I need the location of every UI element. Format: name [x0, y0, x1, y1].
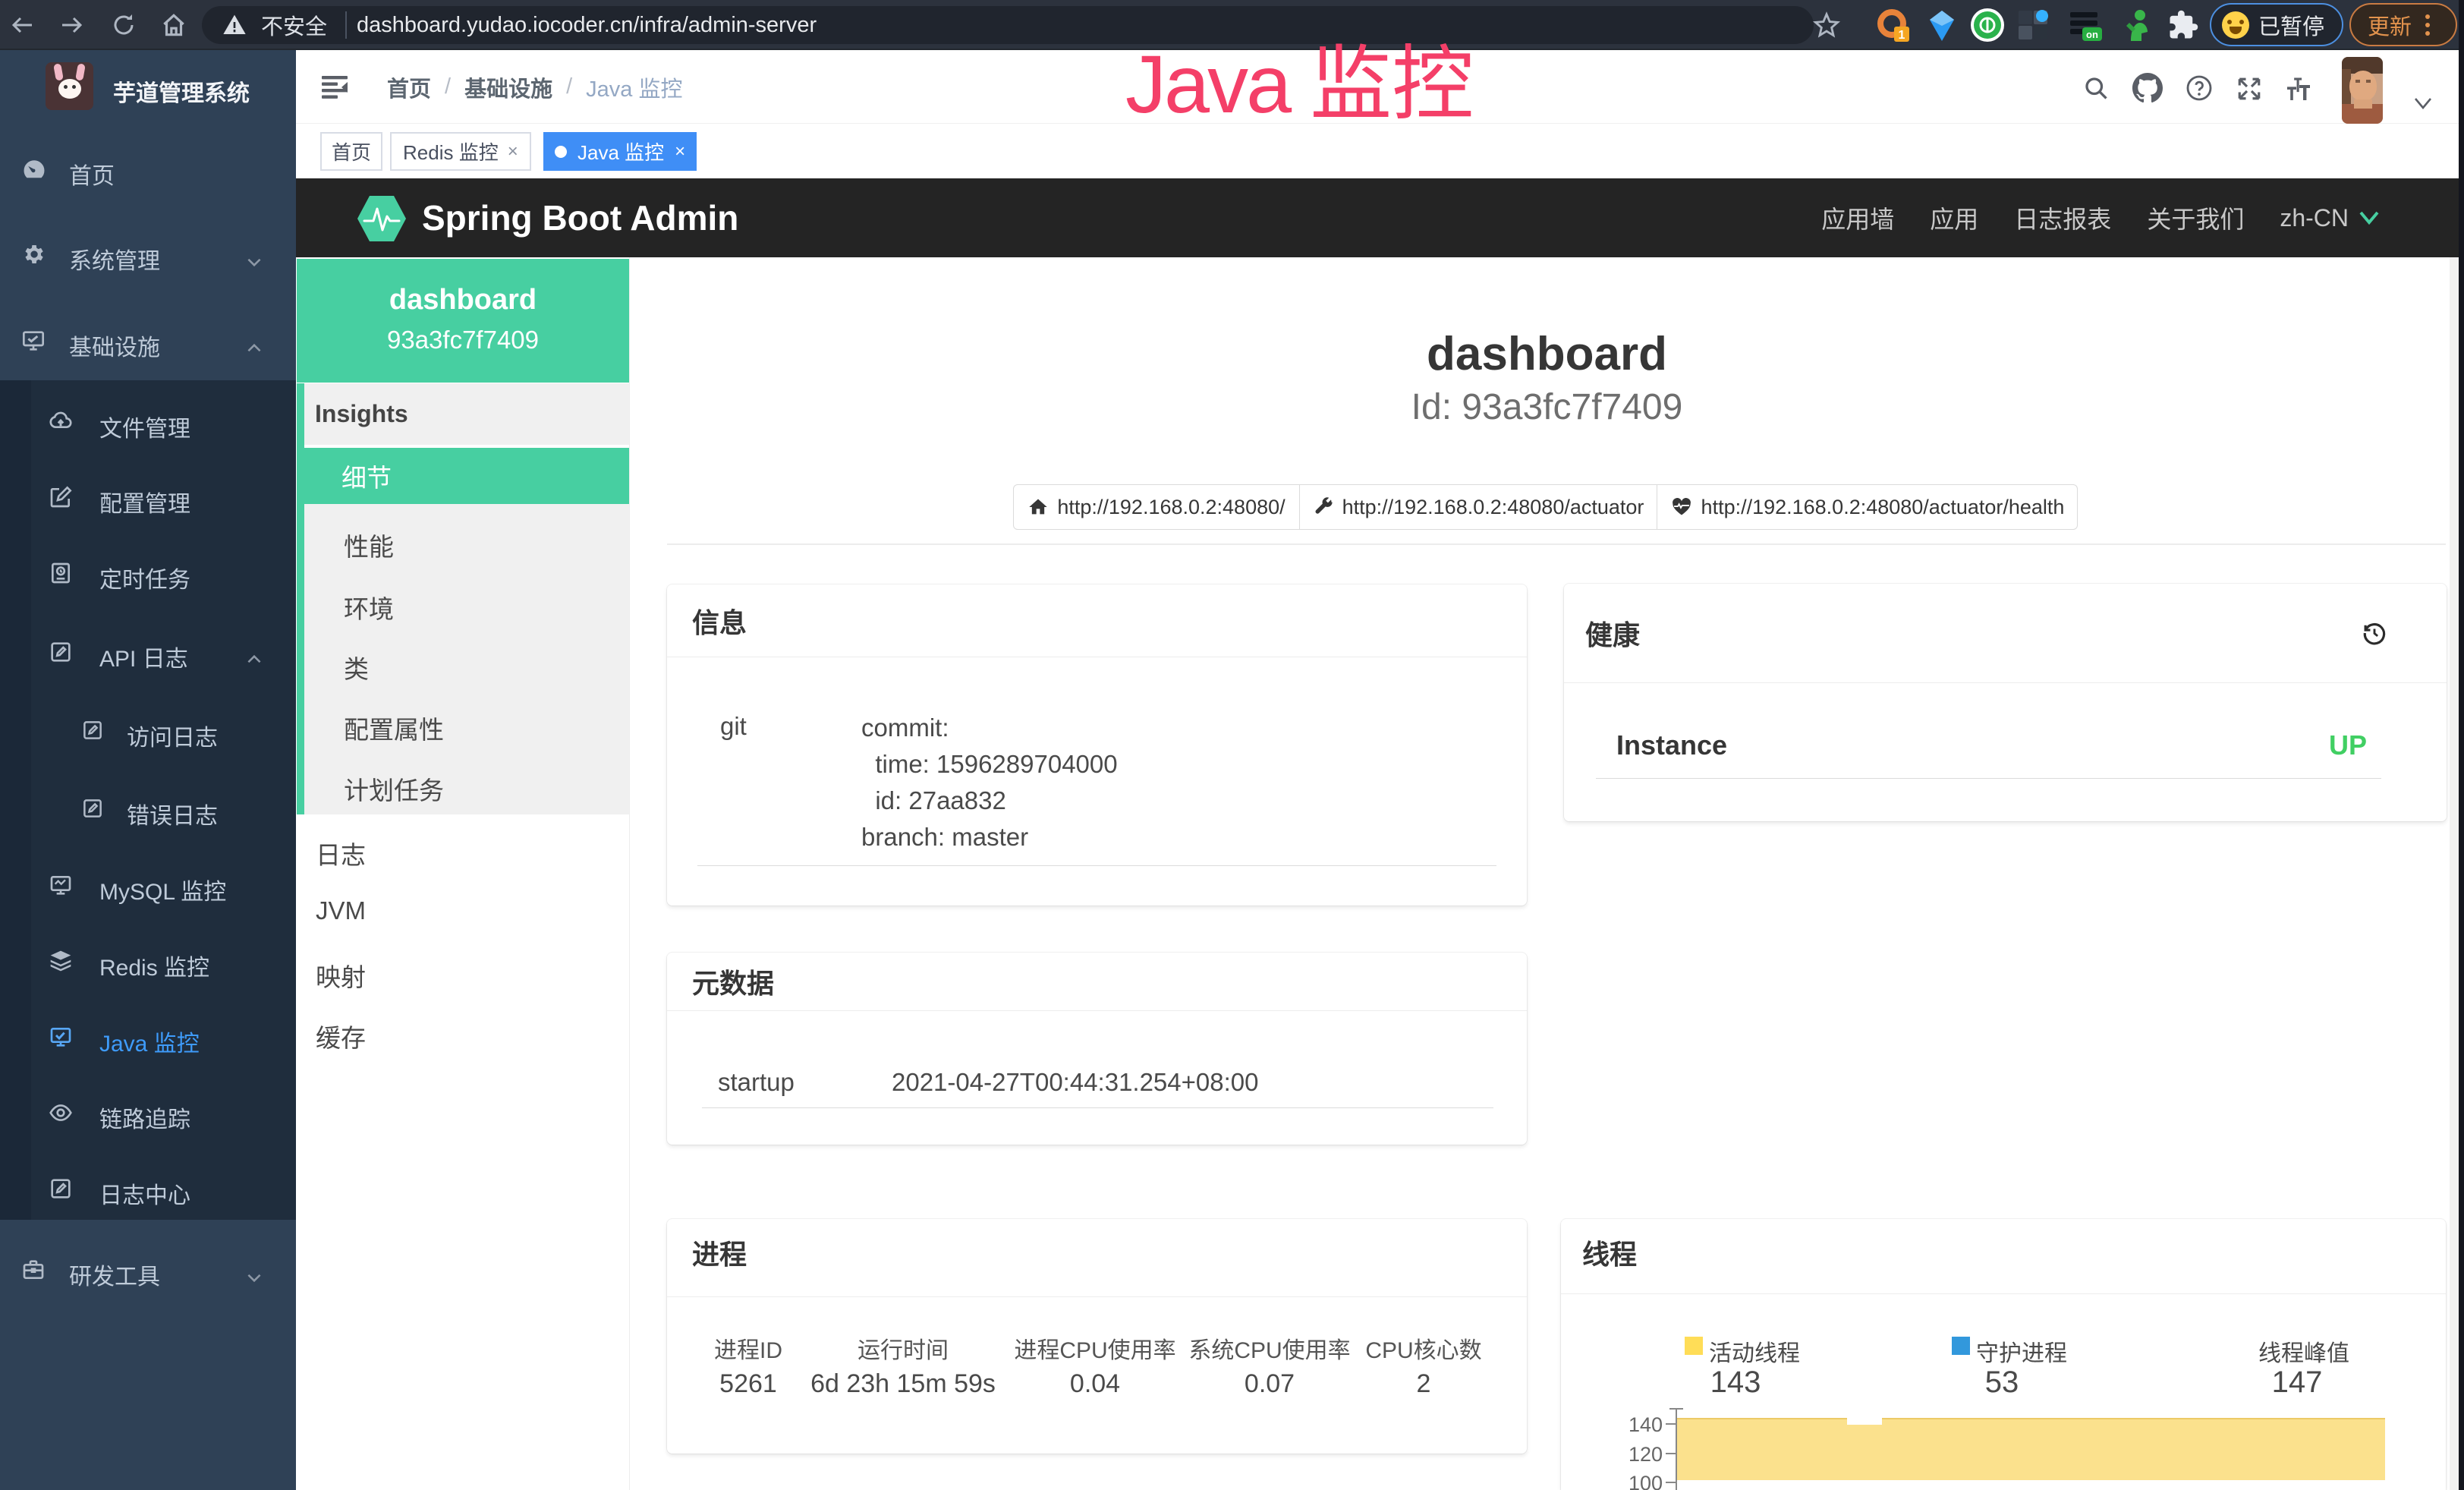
svg-text:on: on — [2086, 29, 2098, 40]
svg-text:1: 1 — [1899, 29, 1905, 42]
